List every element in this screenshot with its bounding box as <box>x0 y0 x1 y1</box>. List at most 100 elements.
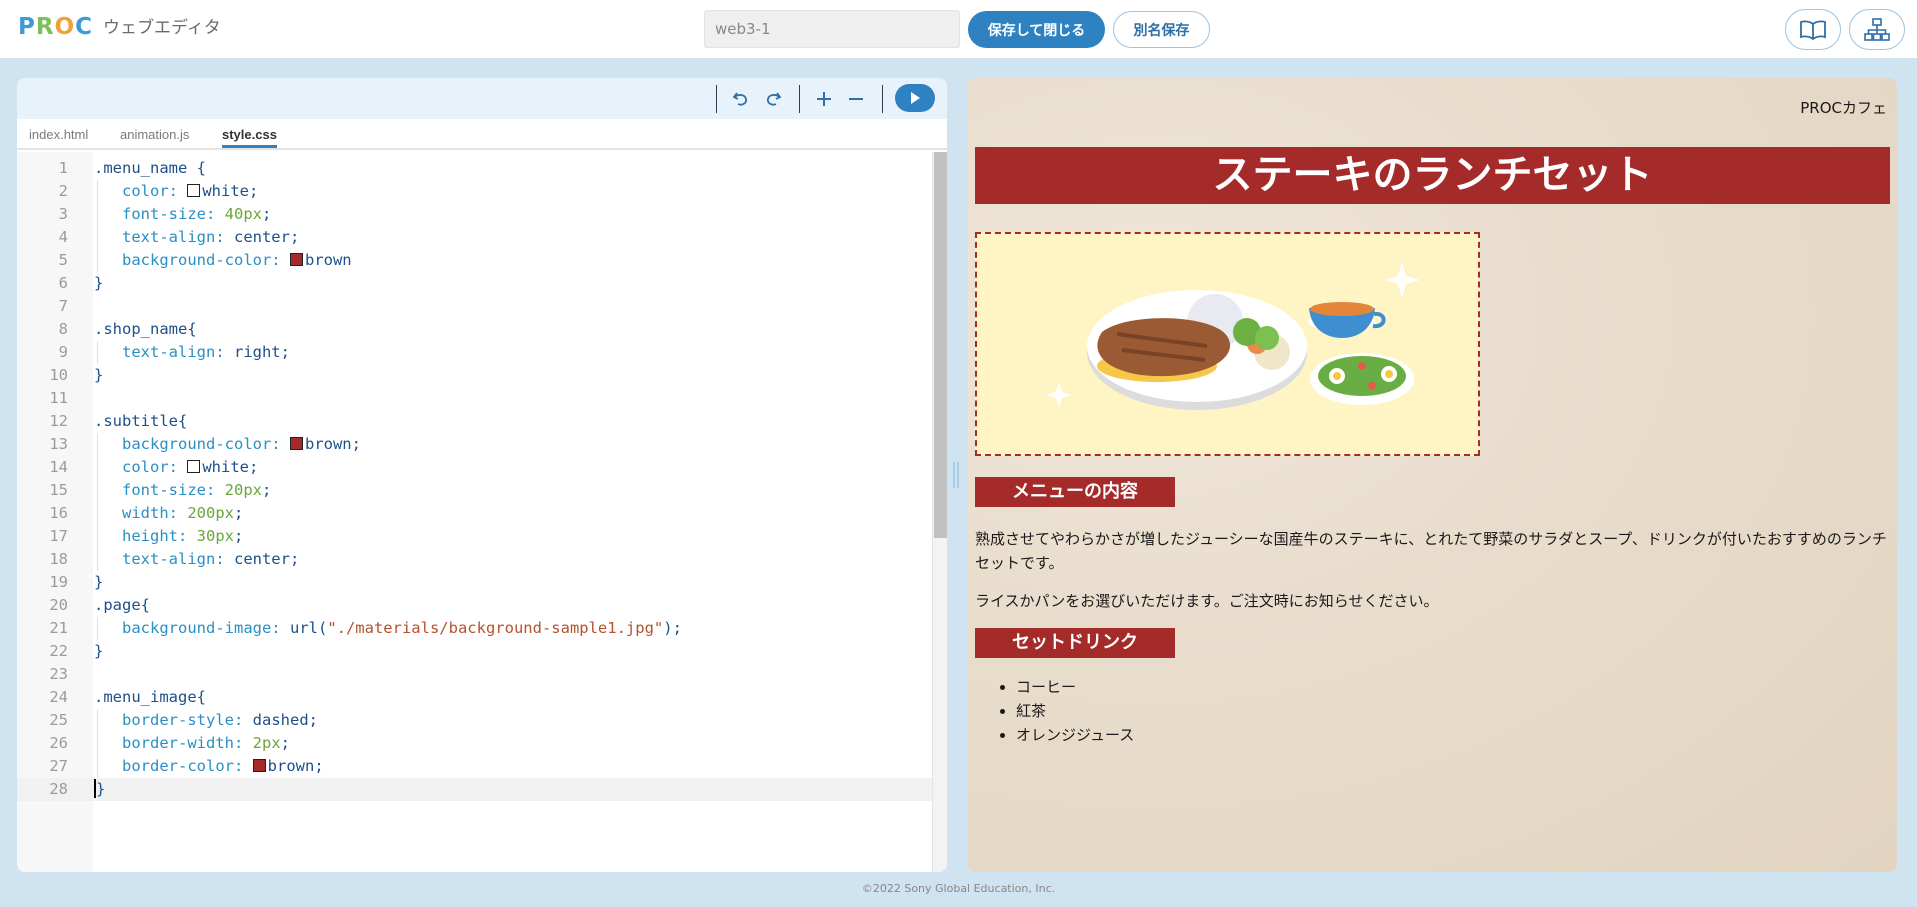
code-line[interactable]: 7 <box>17 295 932 318</box>
css-punctuation: ; <box>289 550 300 568</box>
code-line[interactable]: 19} <box>17 571 932 594</box>
code-content: border-color: brown; <box>94 755 324 778</box>
reference-book-button[interactable] <box>1785 9 1841 50</box>
editor-scroll-thumb[interactable] <box>934 152 947 538</box>
zoom-in-button[interactable] <box>811 86 837 112</box>
panel-resize-handle[interactable] <box>952 460 960 490</box>
save-as-button[interactable]: 別名保存 <box>1113 11 1210 48</box>
css-property: height: <box>122 527 197 545</box>
css-selector: .shop_name <box>94 320 188 338</box>
code-line[interactable]: 27 border-color: brown; <box>17 755 932 778</box>
color-swatch-icon[interactable] <box>289 253 303 266</box>
css-value: white <box>202 458 249 476</box>
code-line[interactable]: 22} <box>17 640 932 663</box>
code-editor-panel: index.html animation.js style.css 1 .menu… <box>17 78 947 872</box>
line-number: 10 <box>49 366 68 384</box>
code-line[interactable]: 15 font-size: 20px; <box>17 479 932 502</box>
redo-button[interactable] <box>760 86 786 112</box>
save-and-close-button[interactable]: 保存して閉じる <box>968 11 1105 48</box>
code-content: .menu_name { <box>94 157 206 180</box>
line-number: 26 <box>49 734 68 752</box>
code-line[interactable]: 20 .page{ <box>17 594 932 617</box>
css-selector: .page <box>94 596 141 614</box>
line-number: 1 <box>58 159 68 177</box>
css-value: brown <box>304 251 352 269</box>
code-line[interactable]: 24 .menu_image{ <box>17 686 932 709</box>
list-item: オレンジジュース <box>1016 723 1134 747</box>
code-line[interactable]: 26 border-width: 2px; <box>17 732 932 755</box>
css-punctuation: ; <box>280 343 290 361</box>
css-property: color: <box>122 182 188 200</box>
line-number: 27 <box>49 757 68 775</box>
editor-scrollbar[interactable] <box>932 152 947 872</box>
project-name-input[interactable] <box>704 10 960 48</box>
code-line[interactable]: 1 .menu_name { <box>17 157 932 180</box>
code-line[interactable]: 28} <box>17 778 932 801</box>
list-item: 紅茶 <box>1016 699 1134 723</box>
code-line[interactable]: 13 background-color: brown; <box>17 433 932 456</box>
code-text-area[interactable]: 1 .menu_name {2 color: white; 3 font-size:… <box>17 152 932 872</box>
code-line[interactable]: 3 font-size: 40px; <box>17 203 932 226</box>
subtitle-set-drink: セットドリンク <box>975 628 1175 658</box>
plus-icon <box>817 92 831 106</box>
line-number: 3 <box>58 205 68 223</box>
menu-description: 熟成させてやわらかさが増したジューシーな国産牛のステーキに、とれたて野菜のサラダ… <box>975 530 1887 572</box>
proc-logo[interactable]: PROC <box>18 13 93 41</box>
code-line[interactable]: 21 background-image: url("./materials/ba… <box>17 617 932 640</box>
code-line[interactable]: 4 text-align: center; <box>17 226 932 249</box>
code-content: background-image: url("./materials/backg… <box>94 617 682 640</box>
undo-button[interactable] <box>728 86 754 112</box>
code-line[interactable]: 9 text-align: right; <box>17 341 932 364</box>
css-property: text-align: <box>122 343 234 361</box>
drag-handle-icon <box>953 462 959 488</box>
code-line[interactable]: 11 <box>17 387 932 410</box>
steak-plate-illustration <box>1046 262 1420 410</box>
indent-guide <box>97 341 98 364</box>
line-number: 14 <box>49 458 68 476</box>
code-line[interactable]: 6} <box>17 272 932 295</box>
code-line[interactable]: 5 background-color: brown <box>17 249 932 272</box>
code-line[interactable]: 8 .shop_name{ <box>17 318 932 341</box>
tab-style-css[interactable]: style.css <box>222 127 277 148</box>
code-line[interactable]: 16 width: 200px; <box>17 502 932 525</box>
css-number: 2px <box>252 734 281 752</box>
code-line[interactable]: 14 color: white; <box>17 456 932 479</box>
css-brace: } <box>94 573 104 591</box>
code-content: .shop_name{ <box>94 318 197 341</box>
structure-button[interactable] <box>1849 9 1905 50</box>
line-number: 17 <box>49 527 68 545</box>
tab-animation-js[interactable]: animation.js <box>120 127 189 143</box>
code-line[interactable]: 12 .subtitle{ <box>17 410 932 433</box>
code-line[interactable]: 18 text-align: center; <box>17 548 932 571</box>
code-line[interactable]: 2 color: white; <box>17 180 932 203</box>
css-value: brown <box>267 757 315 775</box>
color-swatch-icon[interactable] <box>187 184 201 197</box>
subtitle-menu-contents: メニューの内容 <box>975 477 1175 507</box>
line-number: 9 <box>58 343 68 361</box>
line-number: 28 <box>49 780 68 798</box>
copyright-footer: ©2022 Sony Global Education, Inc. <box>861 882 1056 895</box>
line-number: 12 <box>49 412 68 430</box>
tab-index-html[interactable]: index.html <box>29 127 88 143</box>
zoom-out-button[interactable] <box>843 86 869 112</box>
code-line[interactable]: 10} <box>17 364 932 387</box>
css-selector: .menu_image <box>94 688 197 706</box>
code-line[interactable]: 17 height: 30px; <box>17 525 932 548</box>
css-punctuation: ; <box>233 527 244 545</box>
css-string: "./materials/background-sample1.jpg" <box>327 619 664 637</box>
line-number: 16 <box>49 504 68 522</box>
code-content: } <box>94 571 103 594</box>
run-button[interactable] <box>895 84 935 112</box>
code-line[interactable]: 23 <box>17 663 932 686</box>
color-swatch-icon[interactable] <box>252 759 266 772</box>
color-swatch-icon[interactable] <box>187 460 201 473</box>
css-number: 40px <box>224 205 262 223</box>
shop-name: PROCカフェ <box>1800 99 1887 117</box>
code-line[interactable]: 25 border-style: dashed; <box>17 709 932 732</box>
color-swatch-icon[interactable] <box>289 437 303 450</box>
menu-note: ライスかパンをお選びいただけます。ご注文時にお知らせください。 <box>975 592 1439 610</box>
